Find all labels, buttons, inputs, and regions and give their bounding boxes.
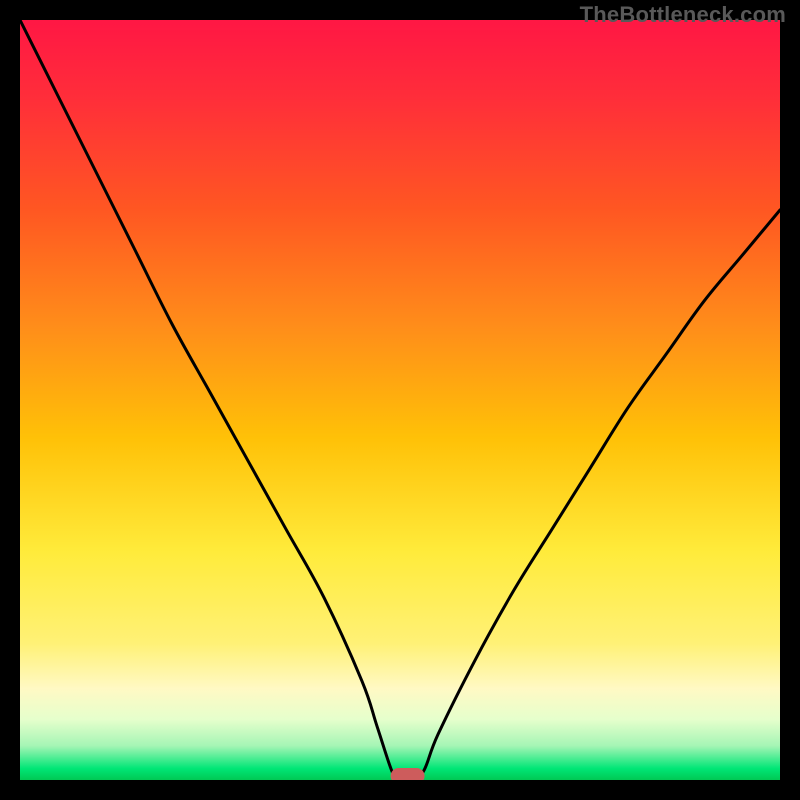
bottleneck-chart [20,20,780,780]
chart-frame: TheBottleneck.com [0,0,800,800]
watermark-text: TheBottleneck.com [580,2,786,28]
gradient-background [20,20,780,780]
optimum-marker [391,768,425,780]
plot-area [20,20,780,780]
